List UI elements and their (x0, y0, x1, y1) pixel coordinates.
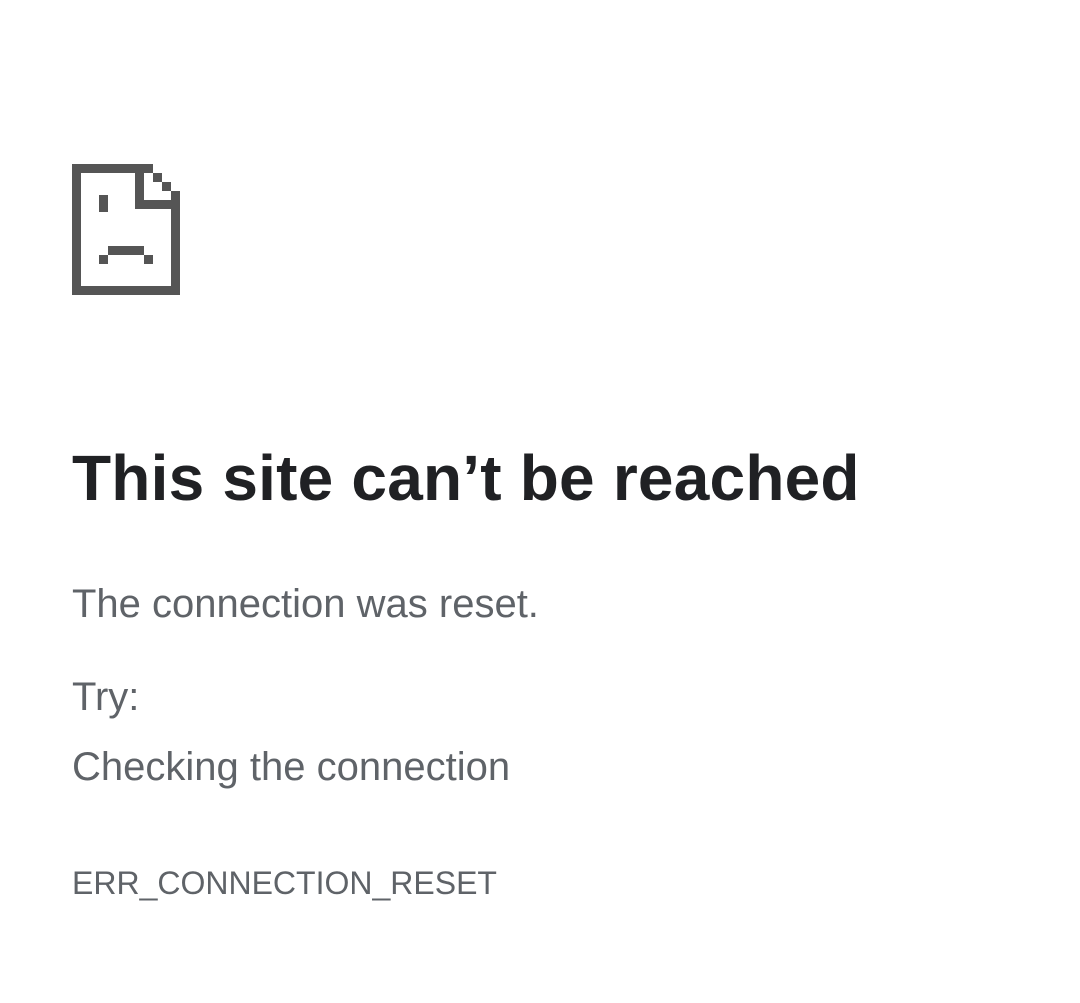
error-page: This site can’t be reached The connectio… (72, 0, 1032, 1003)
error-message: The connection was reset. (72, 582, 539, 626)
suggestion-check-connection: Checking the connection (72, 745, 511, 789)
try-label: Try: (72, 675, 140, 719)
sad-document-icon (72, 164, 180, 295)
error-code: ERR_CONNECTION_RESET (72, 865, 497, 901)
page-title: This site can’t be reached (72, 442, 860, 514)
